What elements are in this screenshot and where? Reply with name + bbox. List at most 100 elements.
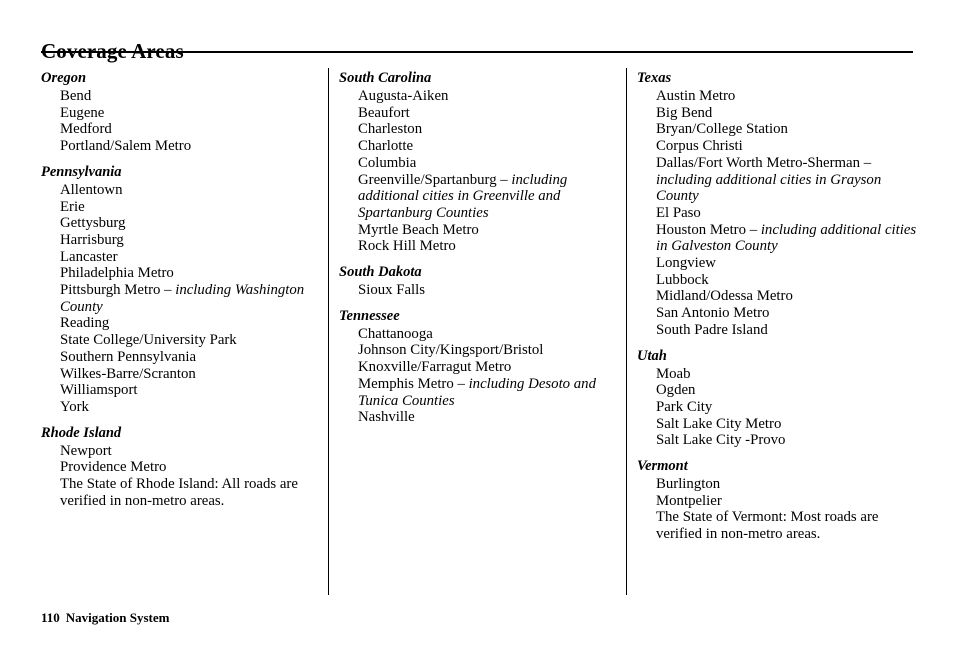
city-list: Chattanooga Johnson City/Kingsport/Bristo… <box>339 326 629 426</box>
city-name: York <box>60 398 89 415</box>
city-item: Ogden <box>656 382 927 399</box>
state-block: Tennessee Chattanooga Johnson City/Kingspo… <box>339 306 629 426</box>
city-list: Moab Ogden Park City Salt Lake City Metro Sa… <box>637 366 927 450</box>
city-item: Portland/Salem Metro <box>60 138 331 155</box>
city-name: Reading <box>60 315 110 332</box>
coverage-column-3: Texas Austin Metro Big Bend Bryan/College S… <box>637 68 927 550</box>
city-item: Lancaster <box>60 249 331 266</box>
city-item: Chattanooga <box>358 326 629 343</box>
city-name: Rock Hill Metro <box>358 238 456 255</box>
state-block: South Dakota Sioux Falls <box>339 262 629 299</box>
city-item: Salt Lake City -Provo <box>656 432 927 449</box>
footer-page-number: 110 <box>41 610 60 625</box>
city-item: Sioux Falls <box>358 282 629 299</box>
city-item: Providence Metro <box>60 459 331 476</box>
city-name: Memphis Metro – <box>358 375 469 392</box>
city-name: Greenville/Spartanburg – <box>358 171 512 188</box>
city-name: Bryan/College Station <box>656 121 788 138</box>
city-name: Eugene <box>60 104 105 121</box>
city-name: Corpus Christi <box>656 138 743 155</box>
city-list: Allentown Erie Gettysburg Harrisburg Lancast… <box>41 182 331 416</box>
city-name: San Antonio Metro <box>656 305 770 322</box>
city-item: Reading <box>60 315 331 332</box>
city-list: Burlington Montpelier The State of Vermont… <box>637 476 927 543</box>
city-name: Portland/Salem Metro <box>60 138 192 155</box>
state-heading: South Dakota <box>339 264 422 281</box>
city-name: Southern Pennsylvania <box>60 348 197 365</box>
city-item: Eugene <box>60 105 331 122</box>
coverage-columns: Oregon Bend Eugene Medford Portland/Salem Me… <box>41 68 916 598</box>
city-item: San Antonio Metro <box>656 305 927 322</box>
city-item: Allentown <box>60 182 331 199</box>
city-item: Rock Hill Metro <box>358 238 629 255</box>
city-name: Big Bend <box>656 104 713 121</box>
city-name: Nashville <box>358 409 415 426</box>
state-heading: Oregon <box>41 70 87 86</box>
city-name: Dallas/Fort Worth Metro-Sherman – <box>656 154 872 171</box>
city-item: Gettysburg <box>60 215 331 232</box>
city-item: Big Bend <box>656 105 927 122</box>
city-name: Augusta-Aiken <box>358 88 449 104</box>
state-block: Texas Austin Metro Big Bend Bryan/College S… <box>637 68 927 339</box>
city-name: Moab <box>656 365 691 382</box>
city-name: Williamsport <box>60 382 138 399</box>
city-item: Bryan/College Station <box>656 121 927 138</box>
city-name: Charlotte <box>358 138 414 155</box>
city-name: Wilkes-Barre/Scranton <box>60 365 196 382</box>
coverage-column-2: South Carolina Augusta-Aiken Beaufort Charl… <box>339 68 629 433</box>
city-list: Austin Metro Big Bend Bryan/College Statio… <box>637 88 927 339</box>
state-heading: Tennessee <box>339 307 400 324</box>
page-footer: 110 Navigation System <box>41 610 169 626</box>
city-name: The State of Rhode Island: All roads are… <box>60 476 298 509</box>
state-block: Rhode Island Newport Providence Metro The S… <box>41 423 331 510</box>
city-name: Salt Lake City -Provo <box>656 432 786 449</box>
city-name: Johnson City/Kingsport/Bristol <box>358 342 544 359</box>
city-name: Newport <box>60 442 112 459</box>
city-item: Charleston <box>358 121 629 138</box>
city-name: Erie <box>60 198 85 215</box>
city-item: Columbia <box>358 155 629 172</box>
city-item: The State of Vermont: Most roads are ver… <box>656 509 927 542</box>
state-heading: Vermont <box>637 458 688 475</box>
city-item: York <box>60 399 331 416</box>
state-heading: South Carolina <box>339 70 432 86</box>
city-item: Salt Lake City Metro <box>656 416 927 433</box>
city-name: Gettysburg <box>60 215 126 232</box>
city-name: Medford <box>60 121 112 138</box>
state-block: Vermont Burlington Montpelier The State of … <box>637 456 927 543</box>
city-name: Columbia <box>358 154 417 171</box>
city-item: Myrtle Beach Metro <box>358 222 629 239</box>
city-item: Southern Pennsylvania <box>60 349 331 366</box>
document-page: Coverage Areas Oregon Bend Eugene Medford Po… <box>0 0 954 652</box>
city-note: including additional cities in Grayson C… <box>656 171 882 205</box>
city-list: Newport Providence Metro The State of Rhod… <box>41 443 331 510</box>
city-item: Knoxville/Farragut Metro <box>358 359 629 376</box>
city-item: South Padre Island <box>656 322 927 339</box>
city-item: Bend <box>60 88 331 105</box>
city-item: State College/University Park <box>60 332 331 349</box>
city-name: The State of Vermont: Most roads are ver… <box>656 509 879 543</box>
state-block: Pennsylvania Allentown Erie Gettysburg Harri… <box>41 162 331 416</box>
city-name: Lubbock <box>656 271 709 288</box>
city-item: Midland/Odessa Metro <box>656 288 927 305</box>
city-name: Chattanooga <box>358 325 433 342</box>
state-block: South Carolina Augusta-Aiken Beaufort Charl… <box>339 68 629 255</box>
city-item: Philadelphia Metro <box>60 265 331 282</box>
state-heading: Utah <box>637 347 667 364</box>
state-heading: Pennsylvania <box>41 163 122 180</box>
city-name: Ogden <box>656 382 696 399</box>
city-item: Greenville/Spartanburg – including addit… <box>358 172 629 222</box>
city-item: Montpelier <box>656 493 927 510</box>
city-name: Charleston <box>358 121 423 138</box>
city-item: Medford <box>60 121 331 138</box>
city-name: Sioux Falls <box>358 282 426 299</box>
state-block: Utah Moab Ogden Park City Salt Lake City Met… <box>637 346 927 450</box>
city-name: Park City <box>656 398 713 415</box>
city-item: Memphis Metro – including Desoto and Tun… <box>358 376 629 409</box>
city-name: Myrtle Beach Metro <box>358 221 479 238</box>
coverage-column-1: Oregon Bend Eugene Medford Portland/Salem Me… <box>41 68 331 516</box>
city-name: El Paso <box>656 204 701 221</box>
city-item: Erie <box>60 199 331 216</box>
city-item: Lubbock <box>656 272 927 289</box>
city-name: Allentown <box>60 181 123 198</box>
